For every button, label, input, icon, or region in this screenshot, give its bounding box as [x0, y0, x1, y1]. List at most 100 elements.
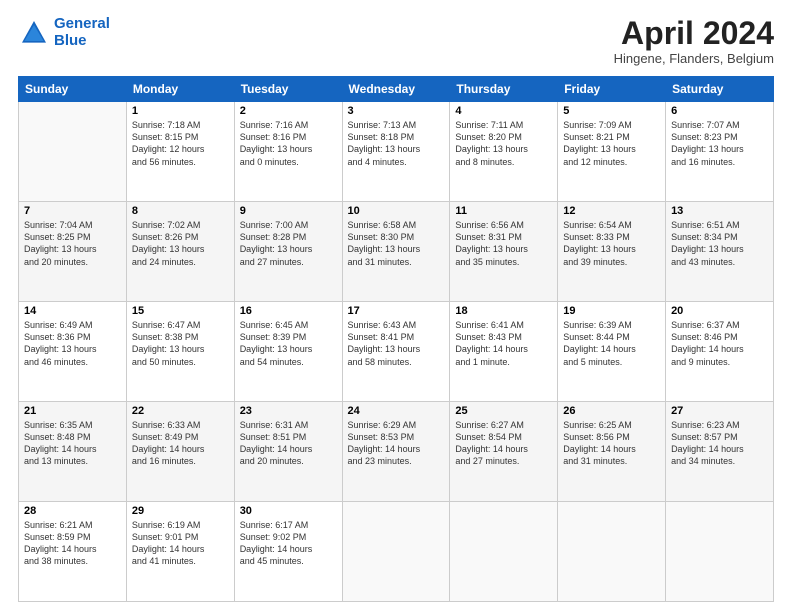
- day-cell: 21Sunrise: 6:35 AM Sunset: 8:48 PM Dayli…: [19, 402, 127, 502]
- day-info: Sunrise: 6:54 AM Sunset: 8:33 PM Dayligh…: [563, 219, 660, 268]
- day-number: 26: [563, 405, 660, 417]
- day-number: 14: [24, 305, 121, 317]
- day-cell: [342, 502, 450, 602]
- day-cell: 13 Sunrise: 6:51 AM Sunset: 8:34 PM Dayli…: [666, 202, 774, 302]
- day-number: 3: [348, 105, 445, 117]
- logo: General Blue: [18, 16, 110, 49]
- day-number: 19: [563, 305, 660, 317]
- day-cell: 12 Sunrise: 6:54 AM Sunset: 8:33 PM Dayli…: [558, 202, 666, 302]
- page: General Blue April 2024 Hingene, Flander…: [0, 0, 792, 612]
- day-info: Sunrise: 6:35 AM Sunset: 8:48 PM Dayligh…: [24, 419, 121, 468]
- day-info: Sunrise: 7:02 AM Sunset: 8:26 PM Dayligh…: [132, 219, 229, 268]
- logo-icon: [18, 17, 50, 49]
- day-number: 17: [348, 305, 445, 317]
- day-number: 16: [240, 305, 337, 317]
- col-header-monday: Monday: [126, 77, 234, 102]
- day-number: 20: [671, 305, 768, 317]
- day-cell: 18Sunrise: 6:41 AM Sunset: 8:43 PM Dayli…: [450, 302, 558, 402]
- calendar-table: SundayMondayTuesdayWednesdayThursdayFrid…: [18, 76, 774, 602]
- day-number: 2: [240, 105, 337, 117]
- day-info: Sunrise: 6:49 AM Sunset: 8:36 PM Dayligh…: [24, 319, 121, 368]
- day-number: 9: [240, 205, 337, 217]
- calendar-header: SundayMondayTuesdayWednesdayThursdayFrid…: [19, 77, 774, 102]
- day-number: 7: [24, 205, 121, 217]
- day-number: 5: [563, 105, 660, 117]
- day-number: 15: [132, 305, 229, 317]
- day-cell: 26 Sunrise: 6:25 AM Sunset: 8:56 PM Dayli…: [558, 402, 666, 502]
- day-cell: 4 Sunrise: 7:11 AM Sunset: 8:20 PM Daylig…: [450, 102, 558, 202]
- day-cell: 1 Sunrise: 7:18 AM Sunset: 8:15 PM Daylig…: [126, 102, 234, 202]
- day-info: Sunrise: 6:47 AM Sunset: 8:38 PM Dayligh…: [132, 319, 229, 368]
- day-number: 10: [348, 205, 445, 217]
- day-info: Sunrise: 7:04 AM Sunset: 8:25 PM Dayligh…: [24, 219, 121, 268]
- day-info: Sunrise: 6:51 AM Sunset: 8:34 PM Dayligh…: [671, 219, 768, 268]
- day-info: Sunrise: 7:07 AM Sunset: 8:23 PM Dayligh…: [671, 119, 768, 168]
- day-cell: 25Sunrise: 6:27 AM Sunset: 8:54 PM Dayli…: [450, 402, 558, 502]
- month-title: April 2024: [614, 16, 774, 51]
- col-header-sunday: Sunday: [19, 77, 127, 102]
- week-row-3: 21Sunrise: 6:35 AM Sunset: 8:48 PM Dayli…: [19, 402, 774, 502]
- day-number: 8: [132, 205, 229, 217]
- day-cell: [558, 502, 666, 602]
- day-cell: 15 Sunrise: 6:47 AM Sunset: 8:38 PM Dayli…: [126, 302, 234, 402]
- day-cell: 8 Sunrise: 7:02 AM Sunset: 8:26 PM Daylig…: [126, 202, 234, 302]
- day-number: 24: [348, 405, 445, 417]
- day-cell: 6 Sunrise: 7:07 AM Sunset: 8:23 PM Daylig…: [666, 102, 774, 202]
- day-cell: 10 Sunrise: 6:58 AM Sunset: 8:30 PM Dayli…: [342, 202, 450, 302]
- day-info: Sunrise: 6:58 AM Sunset: 8:30 PM Dayligh…: [348, 219, 445, 268]
- day-number: 1: [132, 105, 229, 117]
- day-number: 11: [455, 205, 552, 217]
- logo-text: General Blue: [54, 16, 110, 49]
- day-info: Sunrise: 7:13 AM Sunset: 8:18 PM Dayligh…: [348, 119, 445, 168]
- day-info: Sunrise: 6:29 AM Sunset: 8:53 PM Dayligh…: [348, 419, 445, 468]
- day-cell: 28 Sunrise: 6:21 AM Sunset: 8:59 PM Dayli…: [19, 502, 127, 602]
- week-row-0: 1 Sunrise: 7:18 AM Sunset: 8:15 PM Daylig…: [19, 102, 774, 202]
- col-header-wednesday: Wednesday: [342, 77, 450, 102]
- day-cell: 14 Sunrise: 6:49 AM Sunset: 8:36 PM Dayli…: [19, 302, 127, 402]
- title-block: April 2024 Hingene, Flanders, Belgium: [614, 16, 774, 66]
- day-info: Sunrise: 6:25 AM Sunset: 8:56 PM Dayligh…: [563, 419, 660, 468]
- day-cell: 23Sunrise: 6:31 AM Sunset: 8:51 PM Dayli…: [234, 402, 342, 502]
- col-header-saturday: Saturday: [666, 77, 774, 102]
- day-cell: [450, 502, 558, 602]
- day-cell: 22Sunrise: 6:33 AM Sunset: 8:49 PM Dayli…: [126, 402, 234, 502]
- col-header-friday: Friday: [558, 77, 666, 102]
- day-info: Sunrise: 6:19 AM Sunset: 9:01 PM Dayligh…: [132, 519, 229, 568]
- day-info: Sunrise: 6:43 AM Sunset: 8:41 PM Dayligh…: [348, 319, 445, 368]
- location-subtitle: Hingene, Flanders, Belgium: [614, 51, 774, 66]
- day-number: 13: [671, 205, 768, 217]
- day-info: Sunrise: 7:00 AM Sunset: 8:28 PM Dayligh…: [240, 219, 337, 268]
- day-info: Sunrise: 6:27 AM Sunset: 8:54 PM Dayligh…: [455, 419, 552, 468]
- day-cell: [19, 102, 127, 202]
- day-cell: 24 Sunrise: 6:29 AM Sunset: 8:53 PM Dayli…: [342, 402, 450, 502]
- day-cell: 11Sunrise: 6:56 AM Sunset: 8:31 PM Dayli…: [450, 202, 558, 302]
- col-header-tuesday: Tuesday: [234, 77, 342, 102]
- day-cell: 7 Sunrise: 7:04 AM Sunset: 8:25 PM Daylig…: [19, 202, 127, 302]
- day-number: 6: [671, 105, 768, 117]
- day-number: 4: [455, 105, 552, 117]
- week-row-1: 7 Sunrise: 7:04 AM Sunset: 8:25 PM Daylig…: [19, 202, 774, 302]
- day-cell: [666, 502, 774, 602]
- day-info: Sunrise: 6:41 AM Sunset: 8:43 PM Dayligh…: [455, 319, 552, 368]
- day-cell: 27Sunrise: 6:23 AM Sunset: 8:57 PM Dayli…: [666, 402, 774, 502]
- day-info: Sunrise: 6:39 AM Sunset: 8:44 PM Dayligh…: [563, 319, 660, 368]
- day-cell: 9 Sunrise: 7:00 AM Sunset: 8:28 PM Daylig…: [234, 202, 342, 302]
- day-info: Sunrise: 7:11 AM Sunset: 8:20 PM Dayligh…: [455, 119, 552, 168]
- day-cell: 16 Sunrise: 6:45 AM Sunset: 8:39 PM Dayli…: [234, 302, 342, 402]
- day-number: 28: [24, 505, 121, 517]
- day-info: Sunrise: 6:21 AM Sunset: 8:59 PM Dayligh…: [24, 519, 121, 568]
- day-cell: 3 Sunrise: 7:13 AM Sunset: 8:18 PM Daylig…: [342, 102, 450, 202]
- day-info: Sunrise: 7:09 AM Sunset: 8:21 PM Dayligh…: [563, 119, 660, 168]
- header: General Blue April 2024 Hingene, Flander…: [18, 16, 774, 66]
- day-number: 12: [563, 205, 660, 217]
- day-info: Sunrise: 7:16 AM Sunset: 8:16 PM Dayligh…: [240, 119, 337, 168]
- day-number: 30: [240, 505, 337, 517]
- day-cell: 20 Sunrise: 6:37 AM Sunset: 8:46 PM Dayli…: [666, 302, 774, 402]
- week-row-4: 28 Sunrise: 6:21 AM Sunset: 8:59 PM Dayli…: [19, 502, 774, 602]
- day-info: Sunrise: 6:37 AM Sunset: 8:46 PM Dayligh…: [671, 319, 768, 368]
- day-cell: 30Sunrise: 6:17 AM Sunset: 9:02 PM Dayli…: [234, 502, 342, 602]
- day-number: 23: [240, 405, 337, 417]
- day-info: Sunrise: 7:18 AM Sunset: 8:15 PM Dayligh…: [132, 119, 229, 168]
- day-cell: 2 Sunrise: 7:16 AM Sunset: 8:16 PM Daylig…: [234, 102, 342, 202]
- day-info: Sunrise: 6:45 AM Sunset: 8:39 PM Dayligh…: [240, 319, 337, 368]
